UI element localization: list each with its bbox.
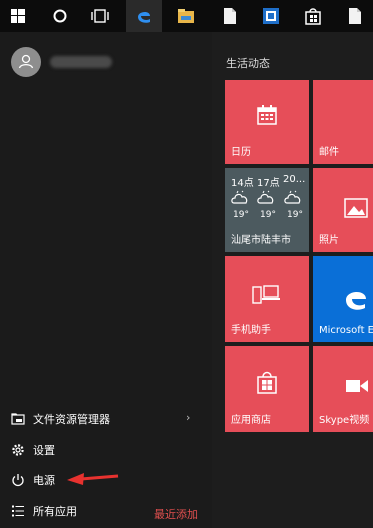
document-icon xyxy=(224,8,236,24)
tile-group-title: 生活动态 xyxy=(226,57,270,70)
photo-icon xyxy=(344,198,368,218)
edge-icon xyxy=(346,291,366,310)
cloud-icon xyxy=(231,190,248,204)
calendar-tile-label: 日历 xyxy=(231,147,251,158)
avatar[interactable] xyxy=(11,47,41,77)
file-explorer-menu-item[interactable]: 文件资源管理器 › xyxy=(0,405,212,433)
photos-tile-label: 照片 xyxy=(319,235,339,246)
weather-hour-2: 17点 xyxy=(257,178,280,189)
weather-temp-3: 19° xyxy=(287,210,303,220)
gear-icon xyxy=(12,444,24,456)
store-icon xyxy=(305,8,321,25)
recently-added-label: 最近添加 xyxy=(154,508,198,521)
windows-icon xyxy=(11,9,25,23)
file-explorer-icon xyxy=(11,413,25,425)
document-icon xyxy=(349,8,361,24)
video-camera-icon xyxy=(346,380,368,392)
edge-taskbar-button[interactable] xyxy=(126,0,162,32)
cortana-button[interactable] xyxy=(44,0,76,32)
edge-icon xyxy=(138,11,150,23)
weather-hour-1: 14点 xyxy=(231,178,254,189)
task-view-button[interactable] xyxy=(84,0,116,32)
weather-hour-3: 20... xyxy=(283,174,306,185)
settings-menu-item[interactable]: 设置 xyxy=(0,436,212,464)
weather-tile[interactable]: 14点 17点 20... 19° 19° 19° 汕尾市陆丰市 xyxy=(225,168,309,252)
cloud-icon xyxy=(257,190,274,204)
taskbar xyxy=(0,0,373,32)
power-label: 电源 xyxy=(33,474,55,487)
app-icon xyxy=(263,8,279,24)
user-name-blurred[interactable] xyxy=(50,56,112,68)
calendar-icon xyxy=(257,105,277,125)
phone-laptop-icon xyxy=(252,285,280,304)
edge-tile[interactable]: Microsoft Ed xyxy=(313,256,373,342)
file-explorer-icon xyxy=(178,9,194,23)
file-explorer-label: 文件资源管理器 xyxy=(33,413,110,426)
task-view-icon xyxy=(91,9,109,23)
weather-location-label: 汕尾市陆丰市 xyxy=(231,235,291,246)
cortana-icon xyxy=(53,9,67,23)
mail-tile[interactable]: 邮件 xyxy=(313,80,373,164)
store-icon xyxy=(257,371,277,394)
photos-tile[interactable]: 照片 xyxy=(313,168,373,252)
power-icon xyxy=(12,474,24,487)
store-tile[interactable]: 应用商店 xyxy=(225,346,309,432)
calendar-tile[interactable]: 日历 xyxy=(225,80,309,164)
skype-tile[interactable]: Skype视频 xyxy=(313,346,373,432)
phone-companion-label: 手机助手 xyxy=(231,325,271,336)
user-icon xyxy=(18,54,34,69)
settings-label: 设置 xyxy=(33,444,55,457)
phone-companion-tile[interactable]: 手机助手 xyxy=(225,256,309,342)
start-button[interactable] xyxy=(0,0,36,32)
app-taskbar-button[interactable] xyxy=(255,0,287,32)
annotation-arrow-icon xyxy=(67,473,119,485)
mail-tile-label: 邮件 xyxy=(319,147,339,158)
document-taskbar-button-2[interactable] xyxy=(339,0,371,32)
store-taskbar-button[interactable] xyxy=(297,0,329,32)
document-taskbar-button-1[interactable] xyxy=(214,0,246,32)
cloud-icon xyxy=(284,190,301,204)
chevron-right-icon[interactable]: › xyxy=(186,411,190,424)
skype-tile-label: Skype视频 xyxy=(319,415,370,426)
all-apps-label: 所有应用 xyxy=(33,505,77,518)
edge-tile-label: Microsoft Ed xyxy=(319,325,373,336)
weather-temp-1: 19° xyxy=(233,210,249,220)
file-explorer-taskbar-button[interactable] xyxy=(170,0,202,32)
list-icon xyxy=(12,505,24,517)
weather-temp-2: 19° xyxy=(260,210,276,220)
store-tile-label: 应用商店 xyxy=(231,415,271,426)
